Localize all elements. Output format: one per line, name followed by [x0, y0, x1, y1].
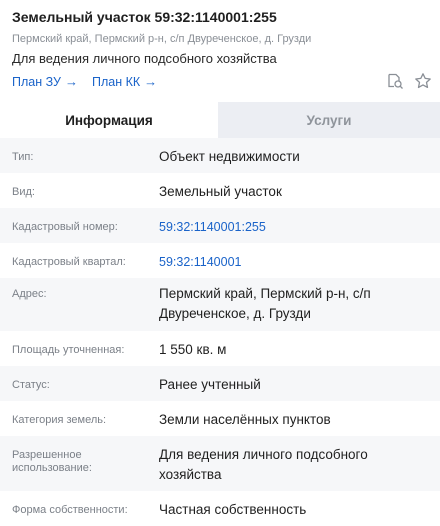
plan-zu-link[interactable]: План ЗУ →	[12, 74, 78, 90]
row-label: Кадастровый номер:	[12, 221, 118, 233]
row-value: 1 550 кв. м	[159, 342, 227, 357]
table-row: Площадь уточненная: 1 550 кв. м	[0, 331, 440, 366]
tab-information[interactable]: Информация	[0, 102, 218, 138]
table-row: Адрес: Пермский край, Пермский р-н, с/п …	[0, 278, 440, 331]
tab-bar: Информация Услуги	[0, 102, 440, 138]
row-value: Объект недвижимости	[159, 149, 300, 164]
row-value: Для ведения личного подсобного хозяйства	[159, 447, 368, 482]
table-row: Вид: Земельный участок	[0, 173, 440, 208]
property-table: Тип: Объект недвижимости Вид: Земельный …	[0, 138, 440, 526]
row-label: Вид:	[12, 186, 35, 198]
plan-zu-link-label: План ЗУ	[12, 75, 61, 89]
table-row: Категория земель: Земли населённых пункт…	[0, 401, 440, 436]
table-row: Форма собственности: Частная собственнос…	[0, 491, 440, 526]
object-title: Земельный участок 59:32:1140001:255	[12, 9, 277, 25]
arrow-right-icon: →	[64, 74, 78, 89]
table-row: Разрешенное использование: Для ведения л…	[0, 436, 440, 491]
object-address-subtitle: Пермский край, Пермский р-н, с/п Двурече…	[12, 33, 312, 45]
header-actions	[386, 72, 432, 90]
row-label: Форма собственности:	[12, 504, 128, 516]
table-row: Статус: Ранее учтенный	[0, 366, 440, 401]
cadastral-number-link[interactable]: 59:32:1140001:255	[159, 217, 428, 243]
search-doc-icon[interactable]	[386, 72, 404, 90]
row-value: Земли населённых пунктов	[159, 412, 331, 427]
plan-kk-link[interactable]: План КК →	[92, 74, 157, 90]
row-label: Тип:	[12, 151, 34, 163]
object-header: Земельный участок 59:32:1140001:255 Перм…	[0, 0, 440, 102]
table-row: Кадастровый квартал: 59:32:1140001	[0, 243, 440, 278]
arrow-right-icon: →	[144, 74, 158, 89]
cadastral-quarter-link[interactable]: 59:32:1140001	[159, 252, 428, 278]
plan-links: План ЗУ → План КК →	[12, 74, 428, 90]
row-label: Кадастровый квартал:	[12, 256, 126, 268]
row-label: Адрес:	[12, 288, 47, 300]
table-row: Тип: Объект недвижимости	[0, 138, 440, 173]
row-value: Земельный участок	[159, 184, 282, 199]
row-label: Разрешенное использование:	[12, 449, 92, 474]
row-value: Ранее учтенный	[159, 377, 261, 392]
star-icon[interactable]	[414, 72, 432, 90]
row-value: Частная собственность	[159, 502, 307, 517]
row-label: Площадь уточненная:	[12, 344, 125, 356]
tab-services[interactable]: Услуги	[218, 102, 440, 138]
plan-kk-link-label: План КК	[91, 75, 141, 89]
row-value: Пермский край, Пермский р-н, с/п Двурече…	[159, 286, 371, 321]
object-purpose: Для ведения личного подсобного хозяйства	[12, 51, 277, 66]
row-label: Категория земель:	[12, 414, 107, 426]
row-label: Статус:	[12, 379, 50, 391]
table-row: Кадастровый номер: 59:32:1140001:255	[0, 208, 440, 243]
